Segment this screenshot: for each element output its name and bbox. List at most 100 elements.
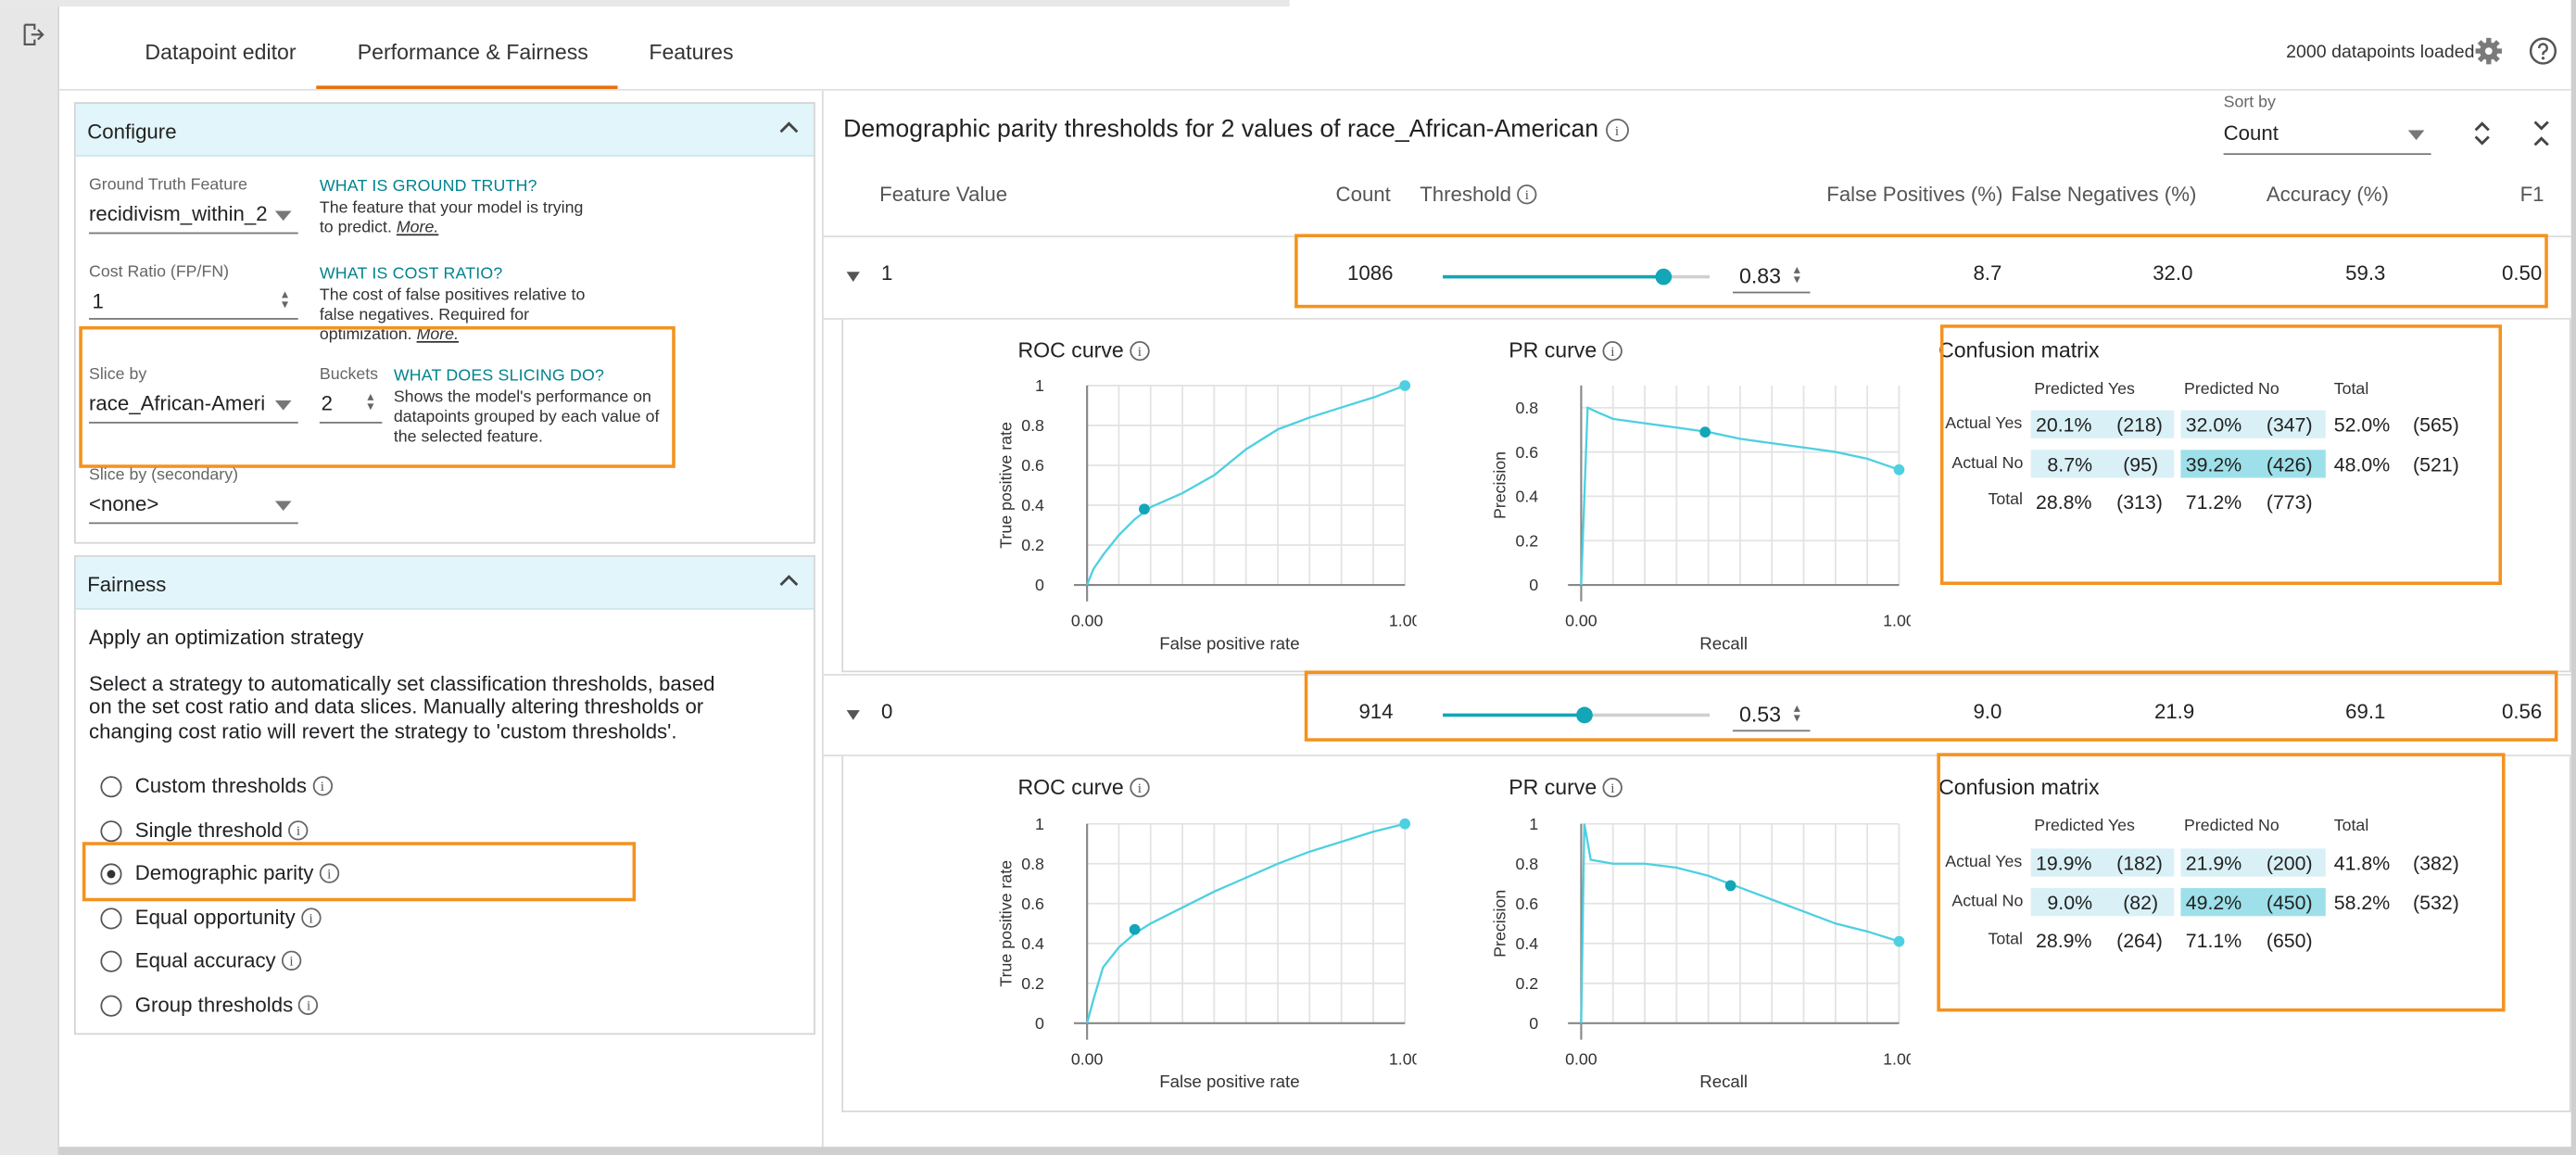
option-label: Single threshold: [134, 819, 284, 843]
option-label: Group thresholds: [134, 993, 294, 1017]
ground-truth-underline: [88, 232, 298, 235]
chevron-up-icon[interactable]: [777, 117, 801, 140]
x-tick-label: 0.00: [1565, 611, 1597, 629]
threshold-point: [1699, 426, 1711, 438]
ground-truth-more-link[interactable]: More.: [397, 219, 438, 237]
pr-title-text: PR curve: [1509, 774, 1597, 800]
ground-truth-select[interactable]: recidivism_within_2: [89, 203, 268, 226]
y-axis-label: True positive rate: [996, 860, 1015, 987]
y-tick-label: 0.2: [1021, 536, 1044, 554]
option-equal-accuracy[interactable]: Equal accuracy i: [135, 949, 302, 972]
cost-ratio-help-line2: false negatives. Required for: [319, 306, 530, 325]
info-icon[interactable]: i: [1605, 118, 1629, 142]
end-point: [1399, 818, 1411, 830]
pr-curve-title: PR curve i: [1509, 774, 1623, 799]
slice-secondary-select[interactable]: <none>: [89, 492, 158, 515]
gear-icon[interactable]: [2474, 36, 2504, 66]
row-feature-value: 1: [880, 261, 893, 286]
y-tick-label: 0: [1529, 576, 1538, 594]
y-tick-label: 1: [1035, 815, 1044, 833]
fairness-header[interactable]: Fairness: [75, 556, 814, 610]
roc-title-text: ROC curve: [1017, 337, 1124, 363]
sort-by-label: Sort by: [2223, 94, 2276, 112]
column-false-negatives[interactable]: False Negatives (%): [2011, 183, 2196, 206]
option-single-threshold[interactable]: Single threshold i: [135, 819, 309, 842]
radio-group-thresholds[interactable]: [100, 995, 122, 1017]
row-feature-value: 0: [880, 700, 893, 724]
y-tick-label: 0.4: [1021, 934, 1044, 953]
cost-ratio-underline: [88, 318, 298, 320]
bottom-edge: [58, 1147, 2576, 1155]
collapse-all-icon[interactable]: [2530, 119, 2553, 148]
chevron-up-icon[interactable]: [777, 570, 801, 593]
fairness-description-3: changing cost ratio will revert the stra…: [88, 719, 677, 743]
x-tick-label: 0.00: [1071, 1049, 1104, 1068]
y-tick-label: 0.8: [1515, 399, 1538, 417]
roc-curve-title: ROC curve i: [1017, 774, 1150, 799]
info-icon[interactable]: i: [1517, 184, 1537, 205]
option-label: Custom thresholds: [134, 774, 308, 798]
main-title: Demographic parity thresholds for 2 valu…: [843, 115, 1629, 144]
column-count[interactable]: Count: [1336, 183, 1391, 206]
option-label: Equal opportunity: [134, 906, 296, 930]
tab-features[interactable]: Features: [649, 40, 733, 65]
row-2-highlight-box: [1304, 670, 2558, 742]
y-tick-label: 0: [1529, 1014, 1538, 1033]
info-icon[interactable]: i: [300, 908, 322, 928]
row-1-highlight-box: [1294, 234, 2548, 309]
expand-row-icon[interactable]: [845, 271, 862, 284]
help-icon[interactable]: [2528, 36, 2557, 66]
end-point: [1893, 463, 1905, 476]
x-axis-label: False positive rate: [1159, 1072, 1299, 1091]
threshold-point: [1724, 880, 1736, 892]
cost-ratio-stepper[interactable]: ▴ ▾: [282, 287, 288, 311]
tab-performance-fairness[interactable]: Performance & Fairness: [358, 40, 588, 65]
radio-single-threshold[interactable]: [100, 820, 122, 843]
end-point: [1399, 380, 1411, 391]
info-icon[interactable]: i: [281, 950, 302, 971]
ground-truth-help-heading: WHAT IS GROUND TRUTH?: [319, 177, 537, 197]
main-title-text: Demographic parity thresholds for 2 valu…: [843, 115, 1599, 144]
dropdown-arrow-icon[interactable]: [274, 501, 292, 512]
expand-row-icon[interactable]: [845, 708, 862, 721]
right-edge: [2570, 0, 2576, 1155]
sort-order-icon[interactable]: [2470, 119, 2494, 148]
y-tick-label: 0.6: [1021, 456, 1044, 475]
cost-ratio-input[interactable]: 1: [93, 290, 104, 313]
configure-header[interactable]: Configure: [75, 103, 814, 157]
y-tick-label: 0.6: [1021, 895, 1044, 913]
option-equal-opportunity[interactable]: Equal opportunity i: [134, 906, 322, 930]
column-false-positives[interactable]: False Positives (%): [1826, 183, 2002, 206]
y-tick-label: 0.4: [1515, 934, 1538, 953]
radio-equal-accuracy[interactable]: [100, 950, 122, 972]
option-custom-thresholds[interactable]: Custom thresholds i: [135, 774, 333, 797]
dropdown-arrow-icon[interactable]: [2407, 130, 2425, 141]
fairness-title: Fairness: [87, 573, 167, 597]
sort-by-select[interactable]: Count: [2224, 122, 2279, 146]
info-icon[interactable]: i: [312, 776, 333, 796]
column-accuracy[interactable]: Accuracy (%): [2267, 183, 2389, 206]
roc-chart: 0 0.2 0.4 0.6 0.8 1 0.00 1.00 False positive rat…: [996, 376, 1416, 653]
fairness-subtitle: Apply an optimization strategy: [88, 626, 364, 650]
info-icon[interactable]: i: [1130, 777, 1150, 798]
info-icon[interactable]: i: [298, 995, 319, 1015]
slice-highlight-box: [79, 325, 676, 468]
exit-icon[interactable]: [21, 23, 44, 46]
radio-custom-thresholds[interactable]: [100, 776, 122, 798]
option-group-thresholds[interactable]: Group thresholds i: [135, 994, 319, 1017]
column-f1[interactable]: F1: [2520, 183, 2544, 206]
fairness-description-2: on the set cost ratio and data slices. M…: [88, 695, 704, 718]
info-icon[interactable]: i: [1130, 340, 1150, 362]
info-icon[interactable]: i: [1602, 340, 1623, 362]
column-threshold[interactable]: Threshold i: [1420, 183, 1537, 206]
datapoints-status: 2000 datapoints loaded: [2286, 43, 2475, 63]
dropdown-arrow-icon[interactable]: [274, 210, 292, 222]
info-icon[interactable]: i: [288, 820, 309, 841]
threshold-point: [1129, 923, 1141, 935]
slice-secondary-underline: [88, 522, 298, 525]
tab-datapoint-editor[interactable]: Datapoint editor: [145, 40, 296, 65]
cost-ratio-help-line1: The cost of false positives relative to: [319, 286, 586, 305]
column-feature-value[interactable]: Feature Value: [879, 183, 1007, 206]
radio-equal-opportunity[interactable]: [100, 908, 122, 930]
info-icon[interactable]: i: [1602, 777, 1623, 798]
